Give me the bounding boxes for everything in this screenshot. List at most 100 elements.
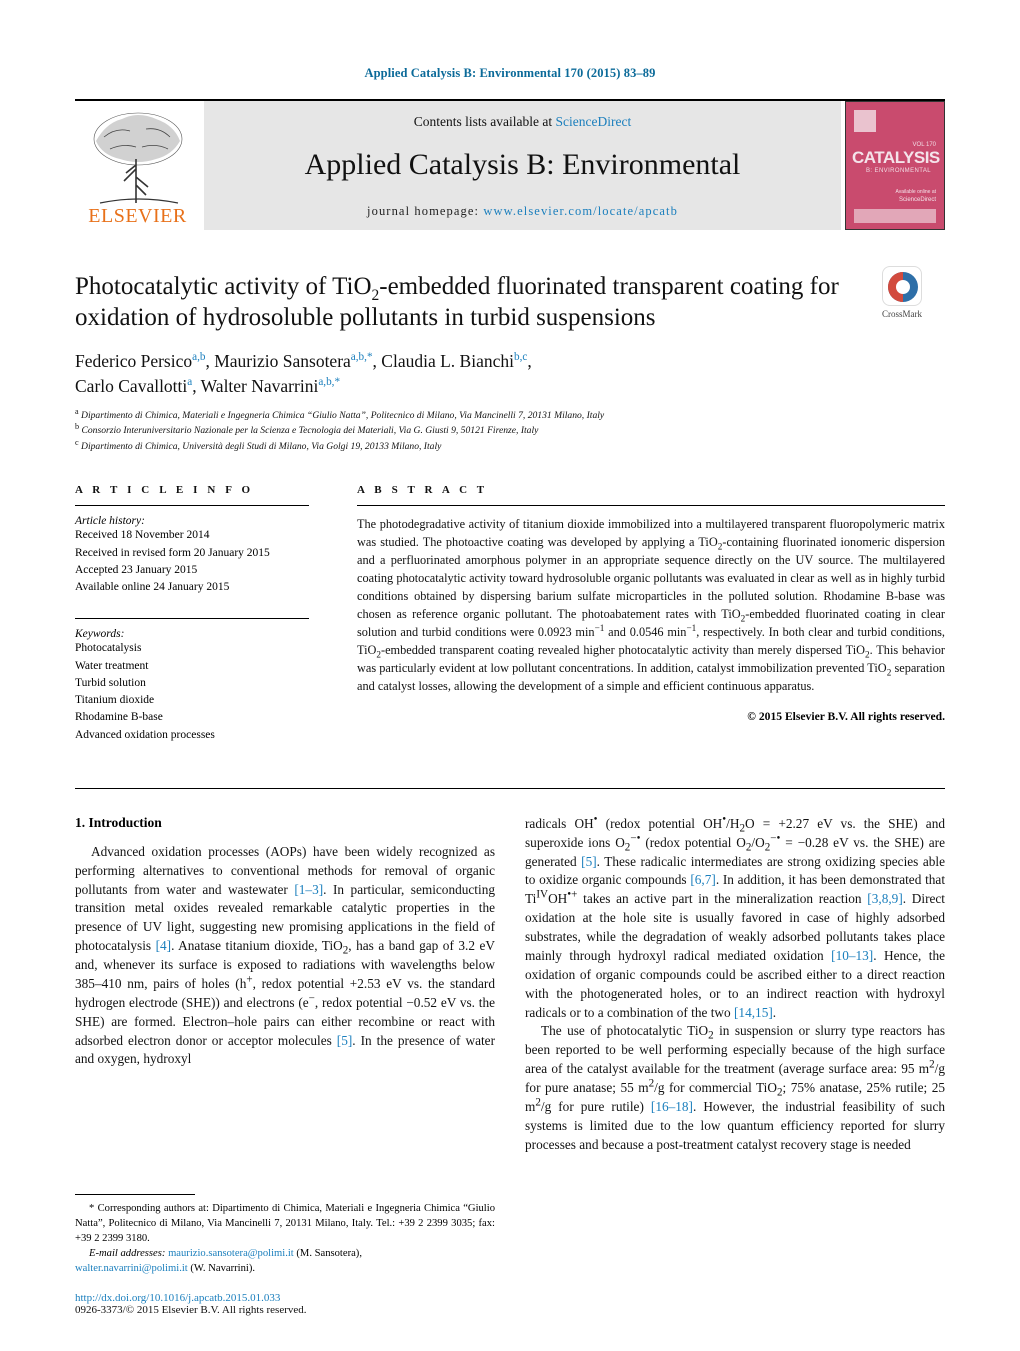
body-sup: −• — [630, 832, 641, 845]
email-addresses-note: E-mail addresses: maurizio.sansotera@pol… — [75, 1246, 495, 1261]
contents-available-line: Contents lists available at ScienceDirec… — [204, 101, 841, 130]
affiliation-b: b Consorzio Interuniversitario Nazionale… — [75, 423, 945, 439]
author-1[interactable]: Federico Persico — [75, 351, 192, 371]
body-seg: . Anatase titanium dioxide, TiO — [171, 938, 343, 954]
intro-paragraph-right-2: The use of photocatalytic TiO2 in suspen… — [525, 1022, 945, 1154]
citation-ref[interactable]: [1–3] — [294, 882, 323, 897]
body-column-right: radicals OH• (redox potential OH•/H2O = … — [525, 814, 945, 1155]
body-seg: The use of photocatalytic TiO — [541, 1023, 709, 1039]
citation-ref[interactable]: [4] — [156, 938, 172, 953]
elsevier-logo: ELSEVIER — [75, 101, 200, 230]
title-block: CrossMark Photocatalytic activity of TiO… — [75, 266, 945, 455]
history-online: Available online 24 January 2015 — [75, 581, 230, 594]
info-abstract-row: A R T I C L E I N F O Article history: R… — [75, 484, 945, 744]
cover-footer-band — [854, 209, 936, 223]
affiliation-b-text: Consorzio Interuniversitario Nazionale p… — [81, 425, 539, 437]
citation-ref[interactable]: [10–13] — [831, 948, 873, 963]
keyword-item[interactable]: Rhodamine B-base — [75, 709, 309, 726]
body-seg: (redox potential O — [640, 834, 746, 850]
footnote-rule — [75, 1193, 195, 1195]
journal-cover-thumbnail: VOL 170 CATALYSIS B: ENVIRONMENTAL Avail… — [845, 101, 945, 230]
elsevier-wordmark: ELSEVIER — [88, 205, 187, 227]
body-seg: /g for pure rutile) — [540, 1098, 651, 1114]
email-addresses-note-2: walter.navarrini@polimi.it (W. Navarrini… — [75, 1261, 495, 1276]
title-part-1: Photocatalytic activity of TiO — [75, 273, 372, 300]
body-sup: IV — [536, 888, 549, 901]
author-2[interactable]: , Maurizio Sansotera — [205, 351, 350, 371]
affiliation-a: a Dipartimento di Chimica, Materiali e I… — [75, 406, 945, 424]
crossmark-circle-icon — [888, 272, 918, 302]
footnote-block: * Corresponding authors at: Dipartimento… — [75, 1193, 495, 1316]
article-info-rule — [75, 505, 309, 507]
body-sup: −• — [770, 832, 781, 845]
issn-copyright-line: 0926-3373/© 2015 Elsevier B.V. All right… — [75, 1304, 495, 1316]
body-seg: OH — [548, 891, 568, 907]
body-separator-rule — [75, 787, 945, 789]
citation-ref[interactable]: [3,8,9] — [867, 891, 902, 906]
affiliation-c: c Dipartimento di Chimica, Università de… — [75, 438, 945, 455]
body-sup: •+ — [567, 888, 578, 901]
article-history-label: Article history: — [75, 515, 145, 528]
body-seg: radicals OH — [525, 815, 594, 831]
email-name-sansotera: (M. Sansotera), — [293, 1247, 362, 1259]
abstract-seg: -embedded transparent coating revealed h… — [381, 643, 866, 658]
doi-link[interactable]: http://dx.doi.org/10.1016/j.apcatb.2015.… — [75, 1292, 495, 1304]
issn-copyright: © 2015 Elsevier B.V. All rights reserved… — [125, 1304, 307, 1316]
body-seg: /g for commercial TiO — [654, 1080, 777, 1096]
author-sep-1: , — [527, 351, 532, 371]
intro-paragraph-left: Advanced oxidation processes (AOPs) have… — [75, 843, 495, 1070]
history-accepted: Accepted 23 January 2015 — [75, 563, 198, 576]
author-3[interactable]: , Claudia L. Bianchi — [373, 351, 514, 371]
author-1-affil-marks: a,b — [192, 351, 206, 364]
contents-prefix: Contents lists available at — [413, 114, 556, 129]
keyword-item[interactable]: Titanium dioxide — [75, 692, 309, 709]
keywords-label: Keywords: — [75, 628, 125, 641]
body-columns: 1. Introduction Advanced oxidation proce… — [75, 814, 945, 1155]
citation-ref[interactable]: [6,7] — [690, 872, 715, 887]
body-seg: (redox potential OH — [597, 815, 723, 831]
journal-masthead: ELSEVIER Contents lists available at Sci… — [75, 99, 945, 230]
email-link-sansotera[interactable]: maurizio.sansotera@polimi.it — [168, 1248, 294, 1259]
affiliation-a-text: Dipartimento di Chimica, Materiali e Ing… — [81, 409, 605, 421]
title-part-2: -embedded fluorinated transparent — [379, 273, 724, 300]
running-head: Applied Catalysis B: Environmental 170 (… — [364, 66, 656, 80]
crossmark-badge-group[interactable]: CrossMark — [859, 266, 945, 319]
body-seg: takes an active part in the mineralizati… — [577, 891, 868, 907]
author-4[interactable]: Carlo Cavallotti — [75, 376, 187, 396]
author-3-affil-marks: b,c — [513, 351, 528, 364]
homepage-url-link[interactable]: www.elsevier.com/locate/apcatb — [483, 204, 678, 218]
section-number: 1. — [75, 814, 86, 830]
author-2-affil-marks: a,b,* — [350, 351, 373, 364]
cover-title: CATALYSIS — [852, 148, 940, 167]
author-5[interactable]: , Walter Navarrini — [192, 376, 318, 396]
history-revised: Received in revised form 20 January 2015 — [75, 546, 270, 559]
crossmark-label: CrossMark — [882, 309, 922, 319]
body-seg: /H — [726, 815, 740, 831]
citation-ref[interactable]: [5] — [581, 854, 597, 869]
email-link-navarrini[interactable]: walter.navarrini@polimi.it — [75, 1263, 188, 1274]
keyword-item[interactable]: Photocatalysis — [75, 640, 309, 657]
sciencedirect-link[interactable]: ScienceDirect — [556, 114, 632, 129]
intro-paragraph-right-1: radicals OH• (redox potential OH•/H2O = … — [525, 814, 945, 1023]
citation-ref[interactable]: [14,15] — [734, 1005, 773, 1020]
abstract-rule — [357, 505, 945, 507]
page-title: Photocatalytic activity of TiO2-embedded… — [75, 272, 845, 333]
journal-title: Applied Catalysis B: Environmental — [304, 148, 741, 181]
citation-ref[interactable]: [16–18] — [651, 1099, 693, 1114]
abstract-sup: −1 — [594, 622, 605, 633]
keyword-item[interactable]: Advanced oxidation processes — [75, 727, 309, 744]
history-received: Received 18 November 2014 — [75, 529, 210, 542]
abstract-column: A B S T R A C T The photodegradative act… — [331, 484, 945, 744]
keyword-item[interactable]: Water treatment — [75, 658, 309, 675]
elsevier-tree-icon — [93, 112, 182, 204]
body-column-left: 1. Introduction Advanced oxidation proce… — [75, 815, 495, 1155]
article-info-heading: A R T I C L E I N F O — [75, 484, 254, 497]
journal-band: Contents lists available at ScienceDirec… — [204, 101, 841, 230]
affiliation-a-mark: a — [75, 406, 79, 416]
journal-homepage-line: journal homepage: www.elsevier.com/locat… — [204, 204, 841, 219]
citation-ref[interactable]: [5] — [337, 1033, 353, 1048]
keyword-item[interactable]: Turbid solution — [75, 675, 309, 692]
body-seg: . — [772, 1004, 777, 1020]
section-heading-introduction: 1. Introduction — [75, 815, 495, 831]
crossmark-icon[interactable] — [882, 266, 922, 306]
